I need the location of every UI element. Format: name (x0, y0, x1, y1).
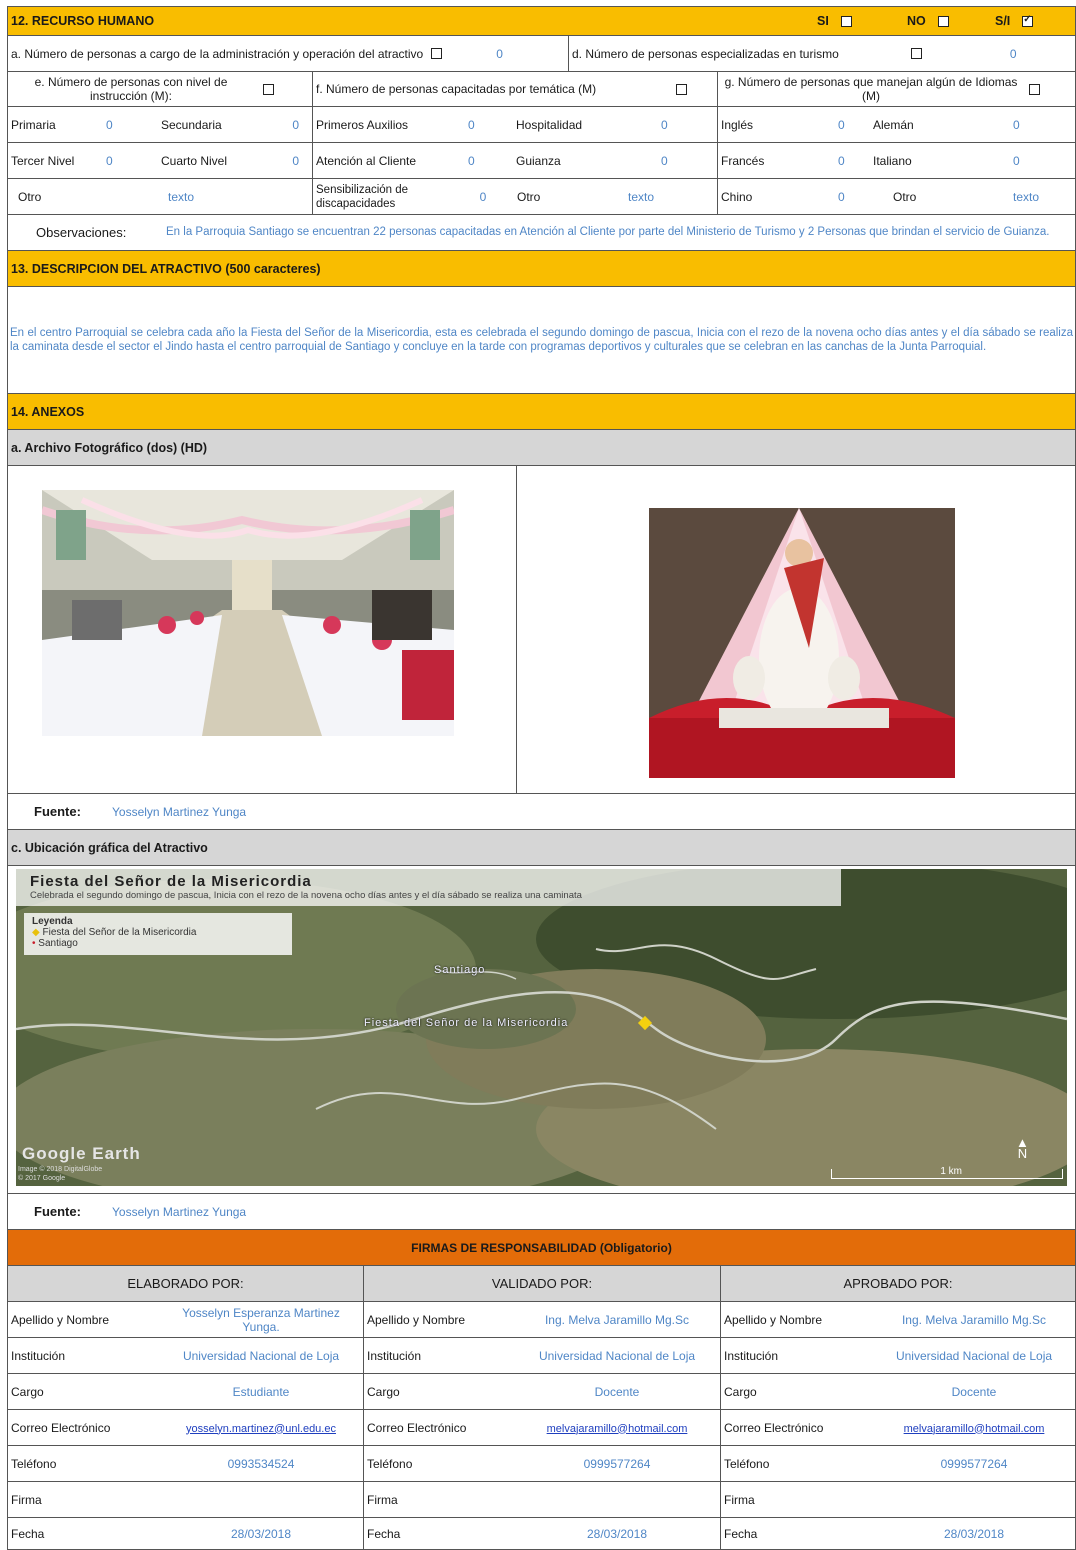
rh-row-efg: e. Número de personas con nivel de instr… (7, 72, 1076, 107)
map-title: Fiesta del Señor de la Misericordia (30, 873, 312, 890)
rh-row-1: Primaria 0 Secundaria 0 Primeros Auxilio… (7, 107, 1076, 143)
observaciones-text: En la Parroquia Santiago se encuentran 2… (166, 226, 1050, 238)
f-checkbox[interactable] (676, 83, 687, 95)
e-checkbox[interactable] (263, 83, 274, 95)
a-checkbox[interactable] (431, 48, 443, 59)
no-option[interactable]: NO (907, 7, 987, 35)
firmas-row-nombre: Apellido y Nombre Yosselyn Esperanza Mart… (7, 1302, 1076, 1338)
anexos-header: 14. ANEXOS (7, 394, 1076, 430)
observaciones-row: Observaciones: En la Parroquia Santiago … (7, 215, 1076, 251)
d-checkbox[interactable] (910, 48, 922, 59)
sin-info-checkbox[interactable] (1022, 14, 1034, 27)
firmas-row-cargo: Cargo Estudiante Cargo Docente Cargo Docent… (7, 1374, 1076, 1410)
email-link[interactable]: melvajaramillo@hotmail.com (547, 1423, 688, 1435)
elaborado-header: ELABORADO POR: (8, 1266, 364, 1301)
scale-bar: 1 km (831, 1167, 1063, 1179)
legend-item-fiesta: ◆ Fiesta del Señor de la Misericordia (32, 927, 197, 938)
rh-row-a-d: a. Número de personas a cargo de la admi… (7, 36, 1076, 72)
photos-row (7, 466, 1076, 794)
church-interior-photo (42, 490, 454, 736)
firmas-title: FIRMAS DE RESPONSABILIDAD (Obligatorio) (8, 1230, 1075, 1265)
a-label: a. Número de personas a cargo de la admi… (11, 46, 424, 61)
place-label-fiesta: Fiesta del Señor de la Misericordia (364, 1017, 569, 1029)
a-value: 0 (496, 46, 503, 61)
legend-item-santiago: • Santiago (32, 938, 78, 949)
email-link[interactable]: yosselyn.martinez@unl.edu.ec (186, 1423, 336, 1435)
firma-field[interactable]: Firma (364, 1482, 721, 1517)
descripcion-text: En el centro Parroquial se celebra cada … (10, 327, 1073, 353)
si-checkbox[interactable] (840, 15, 852, 27)
descripcion-body: En el centro Parroquial se celebra cada … (7, 287, 1076, 394)
place-label-santiago: Santiago (434, 964, 486, 976)
no-checkbox[interactable] (937, 15, 949, 27)
section-title: 14. ANEXOS (11, 404, 85, 419)
map-subtitle: Celebrada el segundo domingo de pascua, … (30, 890, 582, 901)
firmas-header: FIRMAS DE RESPONSABILIDAD (Obligatorio) (7, 1230, 1076, 1266)
dot-icon: • (32, 938, 36, 949)
north-arrow-icon: ▲ N (1016, 1135, 1029, 1161)
fuente-value: Yosselyn Martinez Yunga (112, 1204, 247, 1219)
section-title: 12. RECURSO HUMANO (11, 14, 155, 28)
copyright-credit: © 2017 Google (18, 1175, 66, 1182)
statue-photo (649, 508, 955, 778)
ubicacion-header: c. Ubicación gráfica del Atractivo (7, 830, 1076, 866)
si-sin-informacion-option[interactable]: S/I (995, 7, 1075, 35)
firmas-row-telefono: Teléfono 0993534524 Teléfono 0999577264 Te… (7, 1446, 1076, 1482)
section-title: 13. DESCRIPCION DEL ATRACTIVO (500 carac… (11, 261, 321, 276)
fuente-row-2: Fuente: Yosselyn Martinez Yunga (7, 1194, 1076, 1230)
pin-icon: ◆ (32, 927, 40, 938)
validado-header: VALIDADO POR: (364, 1266, 721, 1301)
google-earth-logo: Google Earth (22, 1144, 141, 1163)
fuente-value: Yosselyn Martinez Yunga (112, 804, 247, 819)
rh-row-3: Otro texto Sensibilización de discapacid… (7, 179, 1076, 215)
map-row: Fiesta del Señor de la Misericordia Cele… (7, 866, 1076, 1194)
subsection-title: a. Archivo Fotográfico (dos) (HD) (11, 440, 208, 455)
subsection-title: c. Ubicación gráfica del Atractivo (11, 840, 208, 855)
email-link[interactable]: melvajaramillo@hotmail.com (904, 1423, 1045, 1435)
si-option[interactable]: SI (817, 7, 877, 35)
d-label: d. Número de personas especializadas en … (572, 46, 839, 61)
satellite-map[interactable]: Fiesta del Señor de la Misericordia Cele… (16, 869, 1067, 1186)
map-legend: Leyenda ◆ Fiesta del Señor de la Miseric… (24, 913, 292, 955)
fuente-row-1: Fuente: Yosselyn Martinez Yunga (7, 794, 1076, 830)
aprobado-header: APROBADO POR: (843, 1276, 953, 1291)
fuente-label: Fuente: (34, 1204, 81, 1219)
firma-field[interactable]: Firma (721, 1482, 1075, 1517)
rh-row-2: Tercer Nivel 0 Cuarto Nivel 0 Atención a… (7, 143, 1076, 179)
e-label: e. Número de personas con nivel de instr… (34, 75, 228, 103)
descripcion-header: 13. DESCRIPCION DEL ATRACTIVO (500 carac… (7, 251, 1076, 287)
map-title-box: Fiesta del Señor de la Misericordia Cele… (16, 869, 841, 906)
firmas-row-institucion: Institución Universidad Nacional de Loja … (7, 1338, 1076, 1374)
firmas-row-fecha: Fecha 28/03/2018 Fecha 28/03/2018 Fecha 28/… (7, 1518, 1076, 1550)
image-credit: Image © 2018 DigitalGlobe (18, 1166, 103, 1173)
g-checkbox[interactable] (1029, 83, 1040, 95)
firmas-col-headers: ELABORADO POR: VALIDADO POR: APROBADO PO… (7, 1266, 1076, 1302)
firma-field[interactable]: Firma (8, 1482, 364, 1517)
observaciones-label: Observaciones: (36, 225, 127, 240)
ficha-page: 12. RECURSO HUMANO SI NO S/I a. Número d… (7, 6, 1076, 1550)
d-value: 0 (1009, 46, 1017, 61)
firmas-row-correo: Correo Electrónico yosselyn.martinez@unl.… (7, 1410, 1076, 1446)
firmas-row-firma: Firma Firma Firma (7, 1482, 1076, 1518)
recurso-humano-header: 12. RECURSO HUMANO SI NO S/I (7, 6, 1076, 36)
fuente-label: Fuente: (34, 804, 81, 819)
f-label: f. Número de personas capacitadas por te… (316, 82, 597, 96)
g-label: g. Número de personas que manejan algún … (724, 75, 1018, 103)
archivo-fotografico-header: a. Archivo Fotográfico (dos) (HD) (7, 430, 1076, 466)
